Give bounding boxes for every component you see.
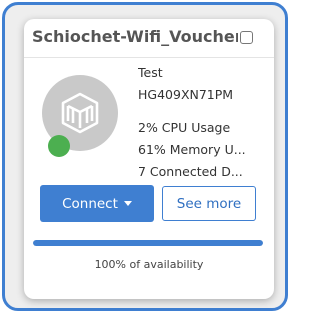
card-header: Schiochet-Wifi_Voucher <box>24 19 274 58</box>
connected-devices: 7 Connected D... <box>138 164 243 179</box>
see-more-button-label: See more <box>176 195 242 212</box>
device-name: Test <box>138 65 163 80</box>
availability-label: 100% of availability <box>94 258 204 271</box>
device-serial: HG409XN71PM <box>138 87 234 102</box>
availability-progress-bar <box>33 240 263 246</box>
see-more-button[interactable]: See more <box>162 186 256 221</box>
cpu-usage: 2% CPU Usage <box>138 120 231 135</box>
router-logo-icon <box>61 92 99 134</box>
memory-usage: 61% Memory U... <box>138 142 246 157</box>
device-logo <box>42 75 118 157</box>
connect-button-label: Connect <box>62 195 118 212</box>
caret-down-icon <box>123 201 132 206</box>
availability-progress-fill <box>33 240 263 246</box>
select-checkbox[interactable] <box>240 31 253 44</box>
device-card: Schiochet-Wifi_Voucher Test HG409XN71PM … <box>24 19 274 299</box>
screenshot-frame: Schiochet-Wifi_Voucher Test HG409XN71PM … <box>2 2 288 311</box>
connect-button[interactable]: Connect <box>40 185 154 222</box>
online-status-dot <box>48 135 70 157</box>
card-title: Schiochet-Wifi_Voucher <box>32 27 238 46</box>
